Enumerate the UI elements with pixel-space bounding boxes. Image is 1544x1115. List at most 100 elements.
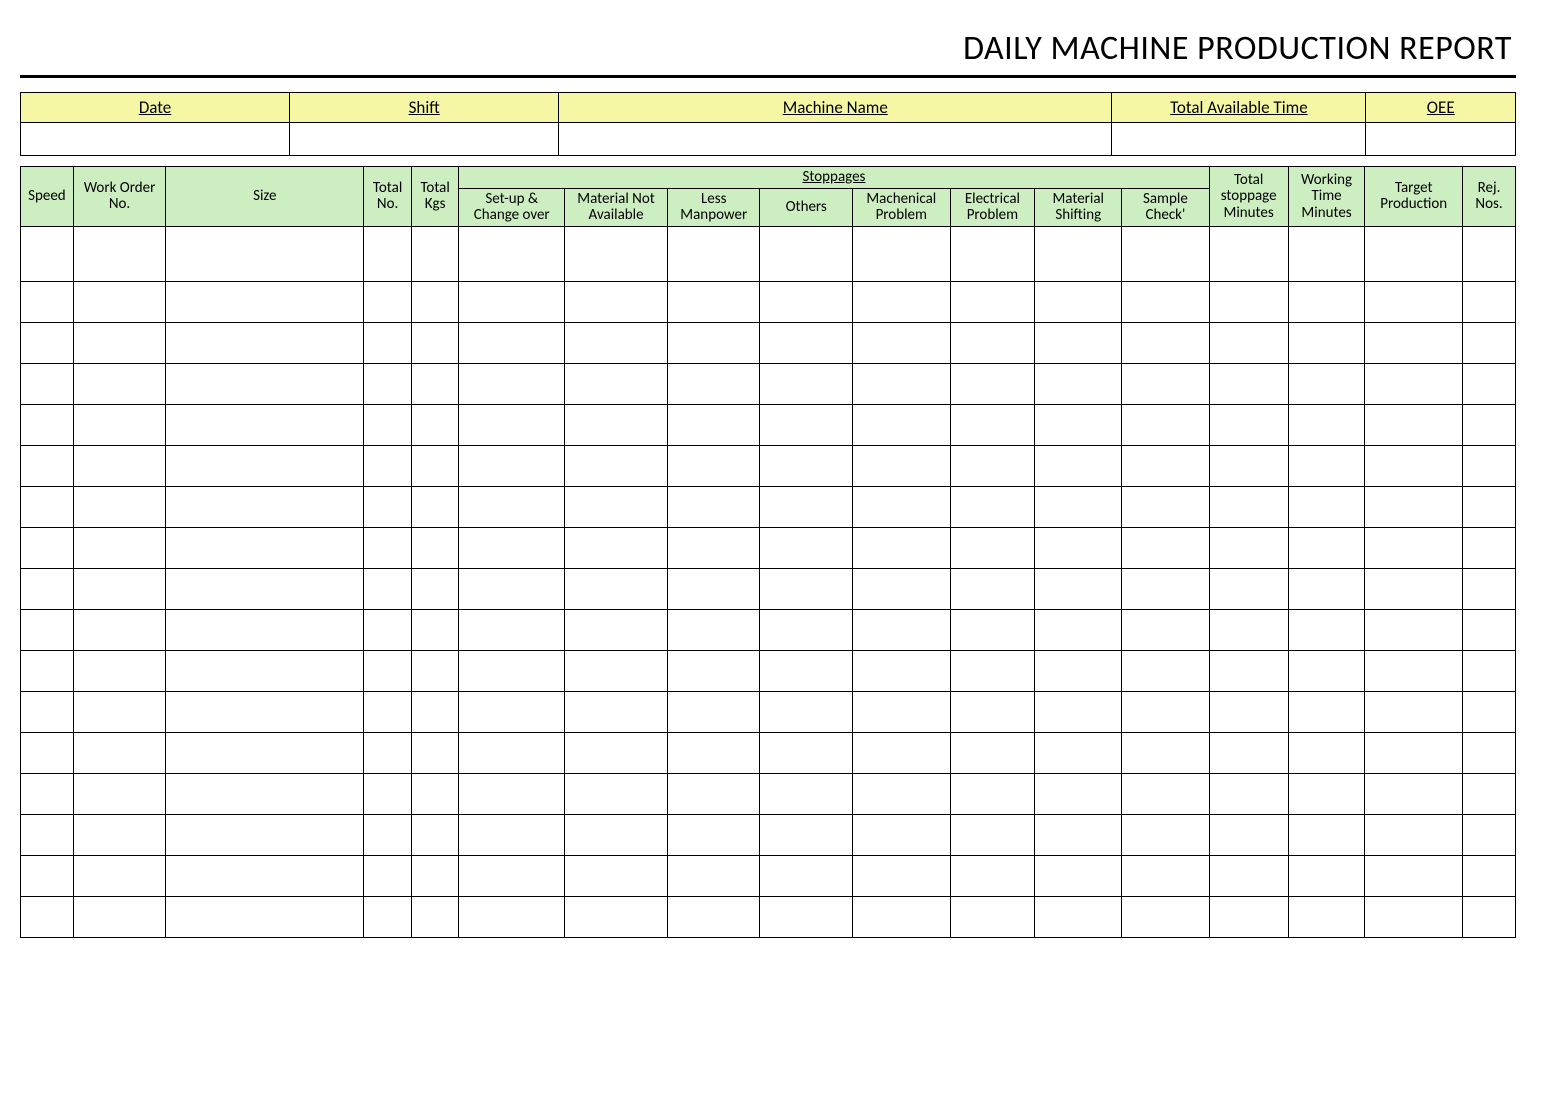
cell[interactable] [950, 527, 1035, 568]
cell[interactable] [411, 855, 459, 896]
cell[interactable] [1365, 732, 1463, 773]
input-oee[interactable] [1366, 123, 1516, 156]
cell[interactable] [760, 445, 852, 486]
cell[interactable] [1122, 609, 1209, 650]
cell[interactable] [565, 650, 668, 691]
cell[interactable] [1209, 773, 1288, 814]
cell[interactable] [1365, 404, 1463, 445]
cell[interactable] [21, 773, 74, 814]
cell[interactable] [459, 527, 565, 568]
cell[interactable] [1122, 363, 1209, 404]
cell[interactable] [1365, 226, 1463, 281]
cell[interactable] [852, 322, 950, 363]
cell[interactable] [21, 732, 74, 773]
cell[interactable] [364, 445, 412, 486]
cell[interactable] [760, 568, 852, 609]
cell[interactable] [1463, 322, 1516, 363]
cell[interactable] [1122, 404, 1209, 445]
cell[interactable] [1365, 773, 1463, 814]
cell[interactable] [1035, 404, 1122, 445]
cell[interactable] [1365, 527, 1463, 568]
cell[interactable] [1209, 486, 1288, 527]
cell[interactable] [1035, 445, 1122, 486]
cell[interactable] [1035, 527, 1122, 568]
cell[interactable] [1288, 568, 1365, 609]
cell[interactable] [565, 527, 668, 568]
cell[interactable] [459, 732, 565, 773]
cell[interactable] [1209, 527, 1288, 568]
cell[interactable] [1288, 855, 1365, 896]
cell[interactable] [950, 691, 1035, 732]
cell[interactable] [852, 281, 950, 322]
cell[interactable] [166, 404, 364, 445]
cell[interactable] [73, 363, 165, 404]
cell[interactable] [21, 896, 74, 937]
cell[interactable] [73, 322, 165, 363]
cell[interactable] [760, 650, 852, 691]
cell[interactable] [565, 322, 668, 363]
cell[interactable] [166, 691, 364, 732]
cell[interactable] [364, 855, 412, 896]
cell[interactable] [1365, 322, 1463, 363]
cell[interactable] [1209, 404, 1288, 445]
cell[interactable] [565, 486, 668, 527]
cell[interactable] [1365, 609, 1463, 650]
cell[interactable] [1035, 486, 1122, 527]
cell[interactable] [668, 814, 760, 855]
cell[interactable] [459, 404, 565, 445]
cell[interactable] [411, 568, 459, 609]
cell[interactable] [760, 486, 852, 527]
cell[interactable] [950, 814, 1035, 855]
cell[interactable] [1122, 896, 1209, 937]
cell[interactable] [565, 445, 668, 486]
cell[interactable] [21, 445, 74, 486]
cell[interactable] [1209, 322, 1288, 363]
cell[interactable] [1035, 896, 1122, 937]
cell[interactable] [760, 609, 852, 650]
cell[interactable] [950, 568, 1035, 609]
cell[interactable] [1463, 896, 1516, 937]
cell[interactable] [1035, 609, 1122, 650]
cell[interactable] [760, 855, 852, 896]
cell[interactable] [668, 896, 760, 937]
input-machine[interactable] [559, 123, 1112, 156]
cell[interactable] [950, 896, 1035, 937]
cell[interactable] [565, 814, 668, 855]
cell[interactable] [411, 650, 459, 691]
input-avail-time[interactable] [1112, 123, 1366, 156]
cell[interactable] [1463, 363, 1516, 404]
cell[interactable] [668, 281, 760, 322]
cell[interactable] [364, 486, 412, 527]
cell[interactable] [73, 404, 165, 445]
cell[interactable] [364, 609, 412, 650]
cell[interactable] [1463, 281, 1516, 322]
cell[interactable] [21, 404, 74, 445]
cell[interactable] [950, 281, 1035, 322]
cell[interactable] [1209, 896, 1288, 937]
cell[interactable] [73, 732, 165, 773]
cell[interactable] [565, 896, 668, 937]
cell[interactable] [1463, 609, 1516, 650]
cell[interactable] [21, 363, 74, 404]
cell[interactable] [364, 814, 412, 855]
cell[interactable] [852, 404, 950, 445]
cell[interactable] [1122, 486, 1209, 527]
cell[interactable] [668, 527, 760, 568]
cell[interactable] [950, 650, 1035, 691]
cell[interactable] [565, 226, 668, 281]
cell[interactable] [852, 568, 950, 609]
cell[interactable] [364, 281, 412, 322]
cell[interactable] [1122, 281, 1209, 322]
cell[interactable] [411, 486, 459, 527]
cell[interactable] [459, 691, 565, 732]
cell[interactable] [364, 650, 412, 691]
cell[interactable] [1365, 568, 1463, 609]
cell[interactable] [1122, 527, 1209, 568]
cell[interactable] [1288, 322, 1365, 363]
cell[interactable] [760, 814, 852, 855]
cell[interactable] [852, 363, 950, 404]
cell[interactable] [1463, 568, 1516, 609]
cell[interactable] [411, 814, 459, 855]
cell[interactable] [364, 896, 412, 937]
cell[interactable] [1035, 650, 1122, 691]
